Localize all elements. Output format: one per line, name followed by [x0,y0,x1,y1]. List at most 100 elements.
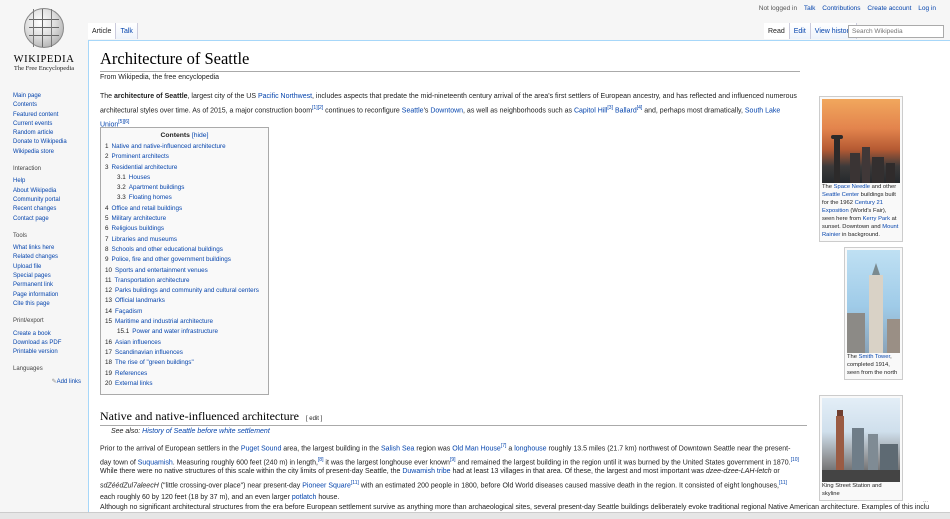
sidebar-item-random-article[interactable]: Random article [13,129,85,138]
tab-read[interactable]: Read [764,23,790,39]
toc-label: Asian influences [115,338,161,346]
citation[interactable]: [5][6] [118,119,129,125]
link-puget-sound[interactable]: Puget Sound [241,445,281,452]
thumbnail-caption: The Space Needle and other Seattle Cente… [822,183,900,239]
link-downtown[interactable]: Downtown [430,107,463,114]
toc-item[interactable]: 3.2 Apartment buildings [105,183,264,193]
sidebar-item-about[interactable]: About Wikipedia [13,187,85,196]
contributions-link[interactable]: Contributions [822,5,860,12]
link-longhouse[interactable]: longhouse [514,445,546,452]
king-street-station-image[interactable] [822,398,900,482]
sidebar-item-download-pdf[interactable]: Download as PDF [13,339,85,348]
toc-item[interactable]: 5 Military architecture [105,214,264,224]
toc-item[interactable]: 12 Parks buildings and community and cult… [105,286,264,296]
toc-item[interactable]: 3 Residential architecture [105,163,264,173]
link-smith-tower[interactable]: Smith Tower [859,354,890,360]
sidebar-item-related-changes[interactable]: Related changes [13,253,85,262]
link-seattle-center[interactable]: Seattle Center [822,192,859,198]
toc-number: 17 [105,348,113,356]
horizontal-scrollbar[interactable] [0,512,950,519]
toc-item[interactable]: 6 Religious buildings [105,224,264,234]
sidebar-item-help[interactable]: Help [13,177,85,186]
sidebar-item-contents[interactable]: Contents [13,101,85,110]
sidebar-item-community-portal[interactable]: Community portal [13,196,85,205]
wikipedia-logo[interactable]: WIKIPEDIA The Free Encyclopedia [10,6,78,80]
not-logged-in-text: Not logged in [758,5,798,12]
link-duwamish-tribe[interactable]: Duwamish tribe [402,468,450,475]
citation[interactable]: [11] [779,480,787,486]
toc-item[interactable]: 2 Prominent architects [105,152,264,162]
toc-item[interactable]: 10 Sports and entertainment venues [105,266,264,276]
link-kerry-park[interactable]: Kerry Park [863,216,890,222]
sidebar-item-page-information[interactable]: Page information [13,291,85,300]
toc-item[interactable]: 13 Official landmarks [105,296,264,306]
toc-item[interactable]: 18 The rise of "green buildings" [105,358,264,368]
toc-label: Parks buildings and community and cultur… [115,287,259,295]
user-talk-link[interactable]: Talk [804,5,816,12]
toc-item[interactable]: 11 Transportation architecture [105,276,264,286]
bold-term: architecture of Seattle [114,93,188,100]
toc-item[interactable]: 19 References [105,369,264,379]
toc-item[interactable]: 20 External links [105,379,264,389]
link-potlatch[interactable]: potlatch [292,494,317,501]
link-pacific-northwest[interactable]: Pacific Northwest [258,93,312,100]
toc-hide-toggle[interactable]: [hide] [192,132,209,139]
text: or [771,468,780,475]
link-ballard[interactable]: Ballard [615,107,637,114]
add-links-link[interactable]: ✎Add links [13,378,85,387]
text: with an estimated 200 people in 1800, be… [358,481,780,489]
sidebar-item-what-links-here[interactable]: What links here [13,244,85,253]
tab-edit[interactable]: Edit [789,23,811,39]
link-space-needle[interactable]: Space Needle [834,184,870,190]
toc-item[interactable]: 15 Maritime and industrial architecture [105,317,264,327]
sidebar-item-printable-version[interactable]: Printable version [13,348,85,357]
toc-item[interactable]: 8 Schools and other educational buildings [105,245,264,255]
toc-item[interactable]: 9 Police, fire and other government build… [105,255,264,265]
tab-talk[interactable]: Talk [116,23,138,39]
seattle-skyline-sunset-image[interactable] [822,99,900,183]
sidebar-item-upload-file[interactable]: Upload file [13,263,85,272]
toc-item[interactable]: 17 Scandinavian influences [105,348,264,358]
link-capitol-hill[interactable]: Capitol Hill [574,107,607,114]
sidebar-item-recent-changes[interactable]: Recent changes [13,205,85,214]
sidebar-item-contact[interactable]: Contact page [13,215,85,224]
search-input[interactable] [848,25,944,38]
toc-number: 8 [105,245,109,253]
toc-item[interactable]: 7 Libraries and museums [105,235,264,245]
link-pioneer-square[interactable]: Pioneer Square [302,482,351,489]
toc-item[interactable]: 3.3 Floating homes [105,193,264,203]
sidebar-item-current-events[interactable]: Current events [13,120,85,129]
smith-tower-image[interactable] [847,250,900,353]
sidebar-item-main-page[interactable]: Main page [13,92,85,101]
link-salish-sea[interactable]: Salish Sea [381,445,414,452]
sidebar-item-permanent-link[interactable]: Permanent link [13,281,85,290]
toc-item[interactable]: 4 Office and retail buildings [105,204,264,214]
toc-label: Libraries and museums [111,235,177,243]
toc-label: Power and water infrastructure [132,328,219,336]
citation[interactable]: [1][2] [312,105,323,111]
create-account-link[interactable]: Create account [867,5,911,12]
sidebar-item-cite-page[interactable]: Cite this page [13,300,85,309]
text: and other [870,184,897,190]
sidebar-item-special-pages[interactable]: Special pages [13,272,85,281]
citation[interactable]: [10] [791,457,799,463]
thumbnail-space-needle: The Space Needle and other Seattle Cente… [819,96,903,242]
toc-item[interactable]: 1 Native and native-influenced architectu… [105,142,264,152]
sidebar-item-donate[interactable]: Donate to Wikipedia [13,138,85,147]
text: While there were no native structures of… [100,468,403,475]
sidebar-item-featured-content[interactable]: Featured content [13,111,85,120]
sidebar-item-create-book[interactable]: Create a book [13,330,85,339]
see-also-link[interactable]: History of Seattle before white settleme… [142,428,270,435]
toc-item[interactable]: 14 Façadism [105,307,264,317]
toc-item[interactable]: 16 Asian influences [105,338,264,348]
log-in-link[interactable]: Log in [918,5,936,12]
section-edit-link[interactable]: [ edit ] [306,416,322,422]
toc-item[interactable]: 15.1 Power and water infrastructure [105,327,264,337]
sidebar-item-store[interactable]: Wikipedia store [13,148,85,157]
link-seattle[interactable]: Seattle [402,107,424,114]
native-term: sdZéédZul7aleecH [100,481,159,489]
link-old-man-house[interactable]: Old Man House [452,445,501,452]
citation[interactable]: [11] [351,480,359,486]
toc-item[interactable]: 3.1 Houses [105,173,264,183]
tab-article[interactable]: Article [88,23,117,39]
